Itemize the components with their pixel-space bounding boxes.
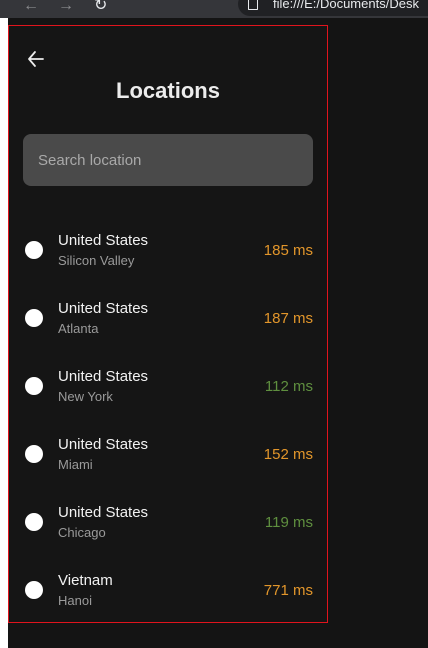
location-item[interactable]: United States Atlanta 187 ms: [9, 296, 327, 356]
locations-panel: Locations United States Silicon Valley 1…: [8, 25, 328, 623]
location-item[interactable]: United States Chicago 119 ms: [9, 500, 327, 560]
location-city: Chicago: [58, 525, 106, 540]
page-title: Locations: [116, 78, 220, 103]
location-ping: 152 ms: [263, 446, 313, 463]
search-input[interactable]: [23, 134, 313, 186]
location-ping: 187 ms: [263, 310, 313, 327]
location-radio[interactable]: [25, 377, 43, 395]
location-country: United States: [58, 368, 149, 385]
location-city: Atlanta: [58, 321, 99, 336]
browser-forward-icon[interactable]: →: [58, 0, 74, 15]
location-ping: 112 ms: [264, 378, 313, 395]
browser-toolbar: ← → ↻ file:///E:/Documents/Desk: [0, 0, 428, 18]
location-item[interactable]: United States Silicon Valley 185 ms: [9, 228, 327, 288]
location-radio[interactable]: [25, 309, 43, 327]
location-item[interactable]: United States New York 112 ms: [9, 364, 327, 424]
location-ping: 185 ms: [263, 242, 313, 259]
location-radio[interactable]: [25, 513, 43, 531]
location-country: United States: [58, 300, 149, 317]
location-city: New York: [58, 389, 113, 404]
back-arrow-icon[interactable]: [27, 50, 45, 68]
location-radio[interactable]: [25, 445, 43, 463]
location-country: United States: [58, 232, 149, 249]
browser-reload-icon[interactable]: ↻: [94, 0, 107, 15]
location-city: Silicon Valley: [58, 253, 135, 268]
address-bar-url[interactable]: file:///E:/Documents/Desk: [273, 0, 419, 11]
location-ping: 119 ms: [264, 514, 313, 531]
location-city: Miami: [58, 457, 93, 472]
location-radio[interactable]: [25, 241, 43, 259]
location-item[interactable]: Vietnam Hanoi 771 ms: [9, 568, 327, 628]
location-radio[interactable]: [25, 581, 43, 599]
location-country: United States: [58, 436, 149, 453]
location-ping: 771 ms: [263, 582, 313, 599]
location-country: Vietnam: [58, 572, 113, 589]
location-item[interactable]: United States Miami 152 ms: [9, 432, 327, 492]
location-country: United States: [58, 504, 149, 521]
file-icon: [248, 0, 258, 10]
browser-back-icon[interactable]: ←: [23, 0, 39, 15]
location-city: Hanoi: [58, 593, 92, 608]
